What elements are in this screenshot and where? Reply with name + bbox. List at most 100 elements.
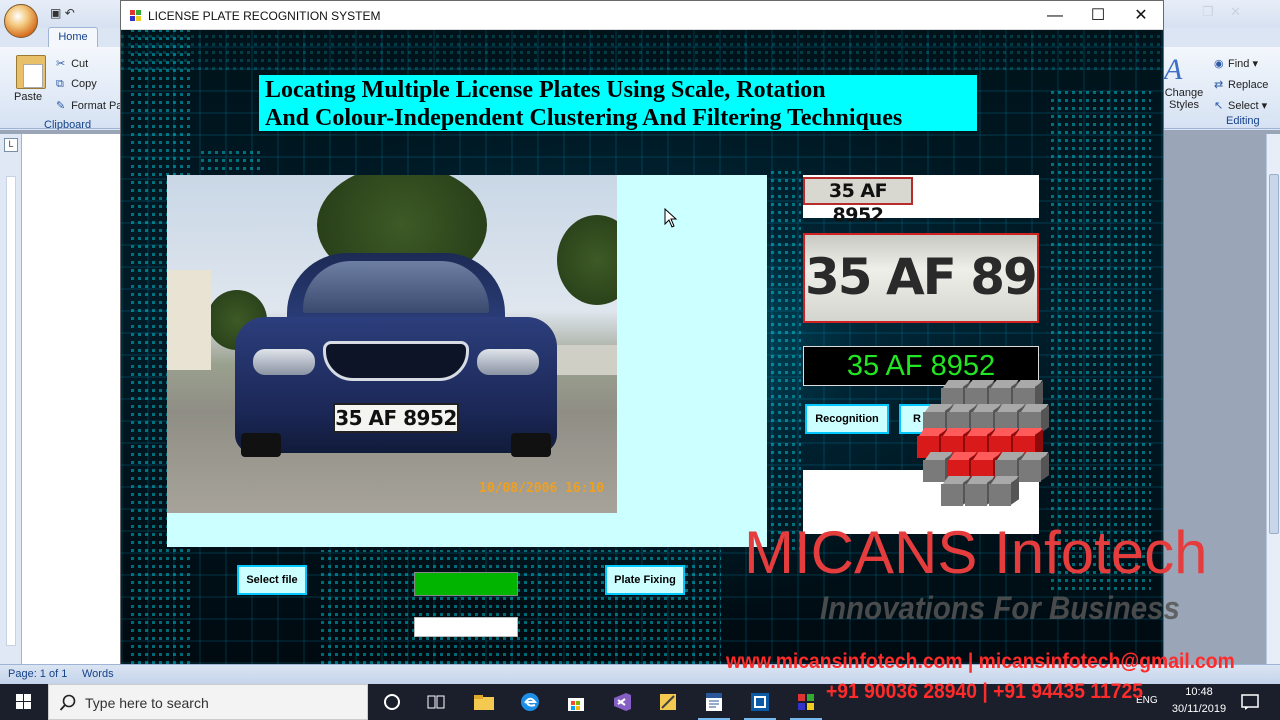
undo-icon[interactable]: ↶ [65,6,75,20]
save-icon[interactable]: ▣ [50,6,61,20]
car-photo: 35 AF 8952 10/08/2006 16:10 [167,175,617,513]
task-view-icon[interactable] [416,688,456,716]
visual-studio-icon[interactable] [602,688,642,716]
file-explorer-icon[interactable] [464,688,504,716]
title-line-2: And Colour-Independent Clustering And Fi… [265,105,903,131]
headlamp-left [253,349,315,375]
status-word-count[interactable]: Words [82,668,114,680]
watermark-tagline: Innovations For Business [820,590,1180,626]
paste-button[interactable]: Paste [14,91,42,103]
tire-left [241,433,281,457]
notification-icon[interactable] [1240,693,1260,711]
app-title: LICENSE PLATE RECOGNITION SYSTEM [148,9,381,23]
word-window-controls: ❐ ✕ [1196,4,1276,22]
progress-bar [414,572,518,596]
detected-plate-thumbnail: 35 AF 8952 [803,177,913,226]
watermark-phone: +91 90036 28940 | +91 94435 11725 [826,680,1143,703]
clipboard-group: Paste ✂ Cut ⧉ Copy ✎ Format Pai Clipboar… [4,51,125,131]
car-grill [323,341,469,381]
office-button[interactable] [4,4,38,38]
image-display-panel: 35 AF 8952 10/08/2006 16:10 [167,175,767,547]
search-icon [59,694,76,711]
clock-date[interactable]: 30/11/2019 [1168,703,1230,715]
cortana-icon[interactable] [372,688,412,716]
plate-fixing-button[interactable]: Plate Fixing [605,565,685,595]
start-button[interactable] [0,684,48,720]
title-line-1: Locating Multiple License Plates Using S… [265,77,826,103]
clock-time[interactable]: 10:48 [1168,686,1230,698]
status-field[interactable] [414,617,518,637]
matlab-app-icon[interactable] [740,688,780,720]
taskbar-search[interactable]: Type here to search [48,684,368,720]
replace-label: Replace [1228,79,1269,91]
format-painter-label: Format Pai [71,100,125,112]
edge-browser-icon[interactable] [510,688,550,716]
word-app-icon[interactable] [694,688,734,720]
replace-icon: ⇄ [1214,79,1224,91]
photo-timestamp: 10/08/2006 16:10 [479,481,605,496]
vertical-scrollbar[interactable] [1266,134,1280,664]
copy-label: Copy [71,78,97,90]
logo-cube [1019,452,1049,482]
change-styles-icon[interactable]: A [1164,53,1182,87]
minimize-button[interactable]: — [1033,1,1077,30]
copy-button[interactable]: ⧉ Copy [56,78,97,91]
store-icon[interactable] [556,688,596,716]
replace-button[interactable]: ⇄ Replace [1214,78,1268,91]
windows-logo-icon [16,694,31,709]
select-file-button[interactable]: Select file [237,565,307,595]
ruler-scale [6,176,16,646]
cropped-plate-image: 35 AF 8952 [803,233,1039,323]
cut-label: Cut [71,58,89,70]
page-title: Locating Multiple License Plates Using S… [259,75,977,131]
rock [557,345,617,375]
status-page-count[interactable]: Page: 1 of 1 [8,668,67,680]
tab-home[interactable]: Home [48,27,98,47]
bg-decoration [121,30,1163,70]
car: 35 AF 8952 [235,253,557,457]
binoculars-icon: ◉ [1214,58,1224,70]
license-plate-on-car: 35 AF 8952 [333,403,459,433]
mouse-cursor-icon [664,208,678,228]
bg-decoration [771,170,801,550]
find-label: Find [1228,58,1250,70]
select-label: Select [1228,100,1259,112]
copy-icon: ⧉ [56,78,64,90]
find-button[interactable]: ◉ Find ▾ [1214,57,1258,70]
scissors-icon: ✂ [56,58,66,70]
editing-group-label: Editing [1226,115,1260,127]
license-plate-app-icon[interactable] [786,688,826,720]
tree [557,215,617,305]
tools-icon[interactable] [648,688,688,716]
select-button[interactable]: ↖ Select ▾ [1214,99,1267,112]
recognition-button[interactable]: Recognition [805,404,889,434]
tab-selector[interactable]: L [4,138,18,152]
wall [167,270,211,370]
app-titlebar[interactable]: LICENSE PLATE RECOGNITION SYSTEM — ☐ ✕ [121,1,1163,30]
progress-fill [415,573,517,595]
format-painter-button[interactable]: ✎ Format Pai [56,99,125,112]
watermark-website: www.micansinfotech.com | micansinfotech@… [726,650,1235,673]
paste-icon[interactable] [16,55,46,89]
word-close-icon[interactable]: ✕ [1224,4,1248,20]
search-placeholder: Type here to search [85,695,209,711]
scrollbar-thumb[interactable] [1269,174,1279,534]
headlamp-right [477,349,539,375]
detected-plate-thumbnail-box: 35 AF 8952 [803,175,1039,226]
change-styles-button[interactable]: Change Styles [1162,87,1206,111]
word-restore-icon[interactable]: ❐ [1196,4,1220,20]
logo-cube [989,476,1019,506]
cut-button[interactable]: ✂ Cut [56,57,88,70]
maximize-button[interactable]: ☐ [1076,1,1120,30]
app-icon [130,10,142,22]
watermark-brand: MICANS Infotech [744,519,1208,586]
logo-cubes [917,380,1067,520]
quick-access-toolbar[interactable]: ▣ ↶ [50,6,75,20]
document-page[interactable] [22,134,120,664]
close-button[interactable]: ✕ [1119,1,1163,30]
editing-group: A Change Styles ◉ Find ▾ ⇄ Replace ↖ Select… [1160,51,1278,127]
brush-icon: ✎ [56,100,66,112]
tire-right [511,433,551,457]
select-cursor-icon: ↖ [1214,100,1224,112]
car-windshield [303,261,489,313]
